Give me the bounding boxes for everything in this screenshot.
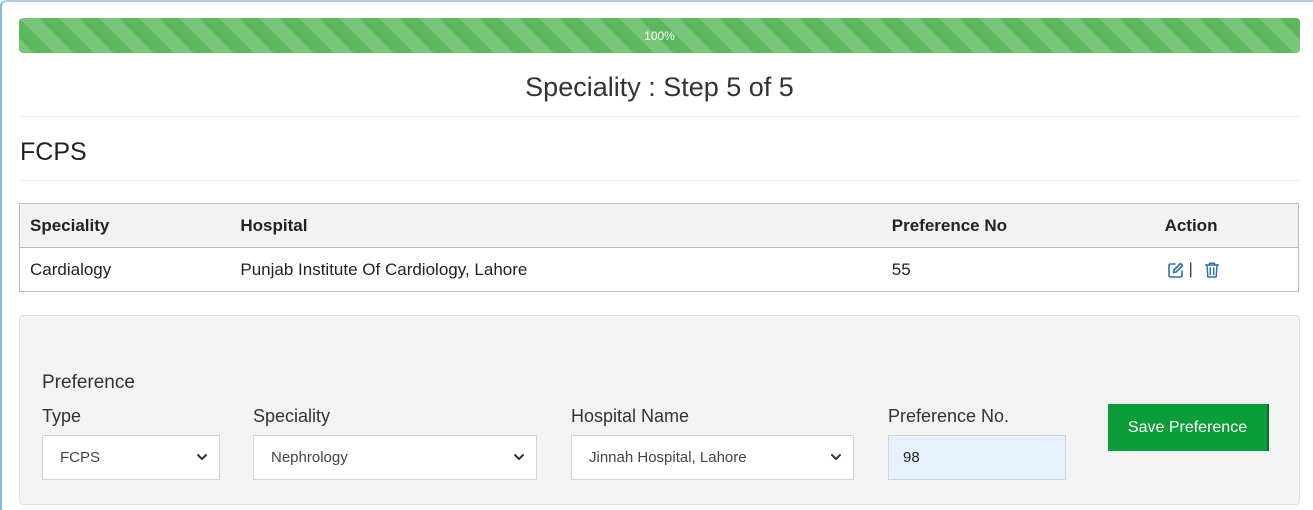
type-label: Type [42, 406, 82, 426]
speciality-select[interactable]: Nephrology [253, 435, 537, 480]
speciality-select-value: Nephrology [271, 449, 348, 466]
progress-bar: 100% [19, 18, 1300, 53]
hospital-name-select[interactable]: Jinnah Hospital, Lahore [571, 435, 854, 480]
type-select[interactable]: FCPS [42, 435, 220, 480]
divider [19, 116, 1300, 117]
save-preference-button[interactable]: Save Preference [1108, 404, 1269, 451]
preference-no-input[interactable]: 98 [888, 435, 1066, 480]
cell-preference-no: 55 [881, 247, 1153, 292]
row-actions: | [1167, 261, 1288, 279]
progress-fill: 100% [19, 18, 1300, 53]
chevron-down-icon [197, 454, 207, 460]
preference-no-value: 98 [903, 449, 920, 466]
table-header-row: Speciality Hospital Preference No Action [19, 203, 1299, 248]
hospital-select-value: Jinnah Hospital, Lahore [589, 449, 747, 466]
preferences-table: Speciality Hospital Preference No Action… [19, 203, 1299, 292]
cell-hospital: Punjab Institute Of Cardiology, Lahore [230, 247, 882, 292]
hospital-name-label: Hospital Name [571, 406, 690, 426]
step-title: Speciality : Step 5 of 5 [525, 72, 794, 102]
divider [19, 180, 1300, 181]
section-title: FCPS [20, 138, 87, 166]
chevron-down-icon [831, 454, 841, 460]
cell-speciality: Cardialogy [19, 247, 231, 292]
speciality-label: Speciality [253, 406, 331, 426]
column-header-hospital: Hospital [230, 203, 882, 248]
type-select-value: FCPS [60, 449, 101, 466]
column-header-preference-no: Preference No [881, 203, 1153, 248]
trash-icon[interactable] [1203, 261, 1221, 279]
chevron-down-icon [514, 454, 524, 460]
table-row: Cardialogy Punjab Institute Of Cardiolog… [19, 247, 1299, 292]
edit-icon[interactable] [1167, 261, 1185, 279]
action-separator: | [1188, 260, 1193, 278]
preference-no-label: Preference No. [888, 406, 1010, 426]
progress-label: 100% [644, 28, 675, 43]
column-header-speciality: Speciality [19, 203, 231, 248]
column-header-action: Action [1152, 203, 1299, 248]
preference-legend: Preference [42, 372, 135, 393]
cell-action: | [1152, 247, 1299, 292]
